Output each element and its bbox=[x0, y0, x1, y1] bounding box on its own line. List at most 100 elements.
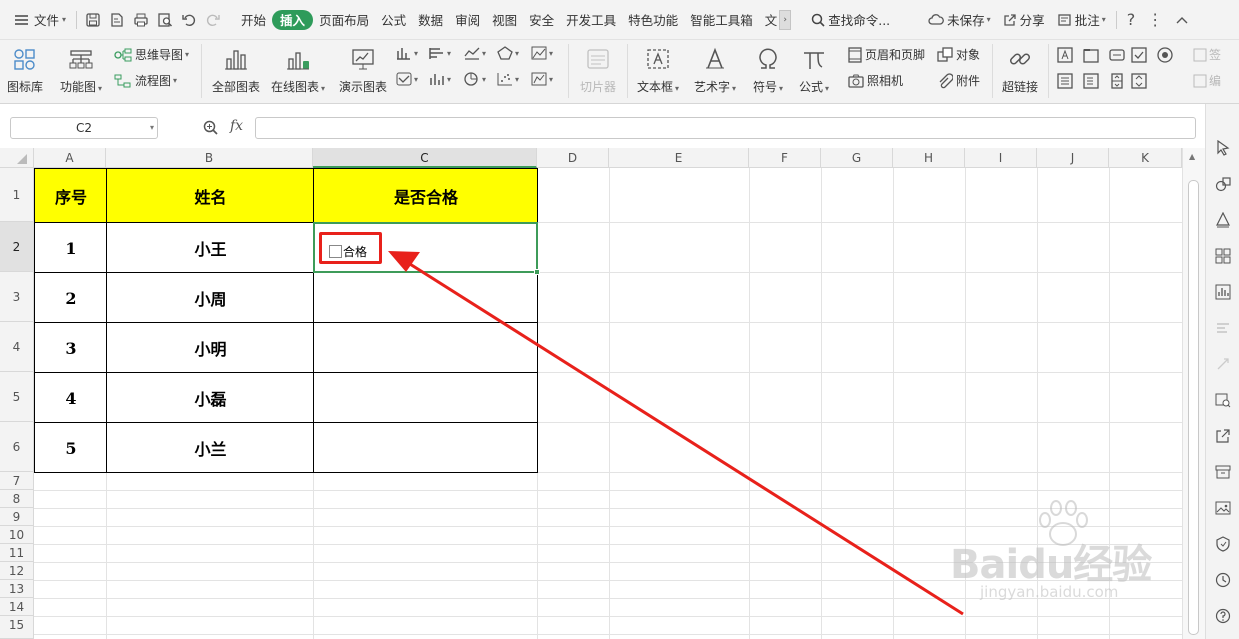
row-header-15[interactable]: 15 bbox=[0, 616, 34, 639]
comment-button[interactable]: 批注 ▾ bbox=[1051, 7, 1112, 33]
cell-b2[interactable]: 小王 bbox=[107, 223, 314, 273]
transform-icon[interactable] bbox=[1215, 356, 1231, 372]
chart-icon[interactable] bbox=[1215, 284, 1231, 300]
export-pdf-icon[interactable] bbox=[105, 7, 129, 33]
cell-a4[interactable]: 3 bbox=[35, 323, 107, 373]
cell-b5[interactable]: 小磊 bbox=[107, 373, 314, 423]
history-icon[interactable] bbox=[1215, 572, 1231, 588]
radio-control-icon[interactable] bbox=[1157, 47, 1173, 63]
flowchart-button[interactable]: 流程图 bbox=[114, 72, 177, 89]
shapes-icon[interactable] bbox=[1215, 176, 1231, 192]
row-header-6[interactable]: 6 bbox=[0, 422, 34, 472]
header-footer-button[interactable]: 页眉和页脚 bbox=[848, 46, 925, 63]
scroll-thumb[interactable] bbox=[1188, 180, 1199, 635]
signature-button[interactable]: 签 bbox=[1193, 46, 1221, 63]
help-icon[interactable]: ? bbox=[1121, 7, 1142, 33]
spinner-control-icon[interactable] bbox=[1109, 73, 1125, 89]
cell-c4[interactable] bbox=[314, 323, 537, 372]
column-chart-dropdown[interactable] bbox=[396, 46, 418, 60]
fx-icon[interactable]: fx bbox=[230, 118, 243, 134]
slicer-button[interactable]: 切片器 bbox=[574, 44, 622, 95]
apps-grid-icon[interactable] bbox=[1215, 248, 1231, 264]
edit-button[interactable]: 编 bbox=[1193, 72, 1221, 89]
formula-input[interactable] bbox=[255, 117, 1196, 139]
tab-data[interactable]: 数据 bbox=[412, 7, 449, 33]
share-button[interactable]: 分享 bbox=[997, 7, 1051, 33]
header-no[interactable]: 序号 bbox=[35, 169, 107, 223]
header-pass[interactable]: 是否合格 bbox=[314, 169, 538, 223]
zoom-function-icon[interactable] bbox=[203, 120, 219, 136]
row-header-2[interactable]: 2 bbox=[0, 222, 34, 272]
column-header-d[interactable]: D bbox=[537, 148, 609, 168]
row-header-13[interactable]: 13 bbox=[0, 580, 34, 598]
groupbox-control-icon[interactable] bbox=[1083, 47, 1099, 63]
hyperlink-button[interactable]: 超链接 bbox=[996, 44, 1044, 95]
textbox-button[interactable]: 文本框 bbox=[632, 44, 684, 95]
tab-special-features[interactable]: 特色功能 bbox=[622, 7, 684, 33]
mind-map-button[interactable]: 思维导图 bbox=[114, 46, 189, 63]
save-icon[interactable] bbox=[81, 7, 105, 33]
object-button[interactable]: 对象 bbox=[937, 46, 980, 63]
pass-checkbox[interactable]: 合格 bbox=[329, 243, 367, 260]
row-header-12[interactable]: 12 bbox=[0, 562, 34, 580]
fill-handle[interactable] bbox=[534, 269, 540, 275]
area-chart-dropdown[interactable] bbox=[531, 46, 553, 60]
scrollbar-control-icon[interactable] bbox=[1131, 73, 1147, 89]
combobox-control-icon[interactable] bbox=[1083, 73, 1099, 89]
cell-c3[interactable] bbox=[314, 273, 537, 322]
unsaved-status[interactable]: 未保存 ▾ bbox=[922, 7, 997, 33]
cell-b3[interactable]: 小周 bbox=[107, 273, 314, 323]
button-control-icon[interactable] bbox=[1109, 47, 1125, 63]
stock-chart-dropdown[interactable] bbox=[396, 72, 418, 86]
column-header-f[interactable]: F bbox=[749, 148, 821, 168]
row-header-14[interactable]: 14 bbox=[0, 598, 34, 616]
column-header-i[interactable]: I bbox=[965, 148, 1037, 168]
tab-view[interactable]: 视图 bbox=[486, 7, 523, 33]
bar-chart-dropdown[interactable] bbox=[429, 46, 451, 60]
column-header-h[interactable]: H bbox=[893, 148, 965, 168]
row-header-10[interactable]: 10 bbox=[0, 526, 34, 544]
select-all-corner[interactable] bbox=[0, 148, 34, 168]
cell-a2[interactable]: 1 bbox=[35, 223, 107, 273]
cell-b4[interactable]: 小明 bbox=[107, 323, 314, 373]
column-header-a[interactable]: A bbox=[34, 148, 106, 168]
picture-icon[interactable] bbox=[1215, 500, 1231, 516]
undo-icon[interactable] bbox=[177, 7, 201, 33]
wordart-button[interactable]: 艺术字 bbox=[690, 44, 740, 95]
column-header-e[interactable]: E bbox=[609, 148, 749, 168]
row-header-3[interactable]: 3 bbox=[0, 272, 34, 322]
tab-smart-toolbox[interactable]: 智能工具箱 bbox=[684, 7, 759, 33]
more-charts-dropdown[interactable] bbox=[531, 72, 553, 86]
row-header-7[interactable]: 7 bbox=[0, 472, 34, 490]
column-header-c[interactable]: C bbox=[313, 148, 537, 168]
scroll-up-icon[interactable]: ▲ bbox=[1189, 152, 1195, 161]
cell-a5[interactable]: 4 bbox=[35, 373, 107, 423]
listbox-control-icon[interactable] bbox=[1057, 73, 1073, 89]
tabs-more-button[interactable]: › bbox=[779, 9, 792, 30]
more-options-icon[interactable]: ⋮ bbox=[1141, 7, 1170, 33]
checkbox-box[interactable] bbox=[329, 245, 342, 258]
image-search-icon[interactable] bbox=[1215, 392, 1231, 408]
collapse-ribbon-icon[interactable] bbox=[1170, 7, 1194, 33]
label-control-icon[interactable] bbox=[1057, 47, 1073, 63]
row-header-9[interactable]: 9 bbox=[0, 508, 34, 526]
row-header-5[interactable]: 5 bbox=[0, 372, 34, 422]
icon-library-button[interactable]: 图标库 bbox=[0, 44, 50, 95]
checkbox-control-icon[interactable] bbox=[1131, 47, 1147, 63]
row-header-1[interactable]: 1 bbox=[0, 168, 34, 222]
cell-a6[interactable]: 5 bbox=[35, 423, 107, 473]
demo-charts-button[interactable]: 演示图表 bbox=[335, 44, 391, 95]
name-box[interactable]: C2 ▾ bbox=[10, 117, 158, 139]
print-preview-icon[interactable] bbox=[153, 7, 177, 33]
scatter-chart-dropdown[interactable] bbox=[497, 72, 519, 86]
tab-formulas[interactable]: 公式 bbox=[375, 7, 412, 33]
cell-c6[interactable] bbox=[314, 423, 537, 472]
header-name[interactable]: 姓名 bbox=[107, 169, 314, 223]
online-charts-button[interactable]: 在线图表 bbox=[268, 44, 328, 95]
tab-security[interactable]: 安全 bbox=[523, 7, 560, 33]
radar-chart-dropdown[interactable] bbox=[497, 46, 519, 60]
command-search[interactable]: 查找命令... bbox=[805, 7, 896, 33]
style-icon[interactable] bbox=[1215, 212, 1231, 228]
vertical-scrollbar[interactable]: ▲ bbox=[1182, 148, 1205, 639]
name-box-dropdown-icon[interactable]: ▾ bbox=[150, 118, 154, 138]
